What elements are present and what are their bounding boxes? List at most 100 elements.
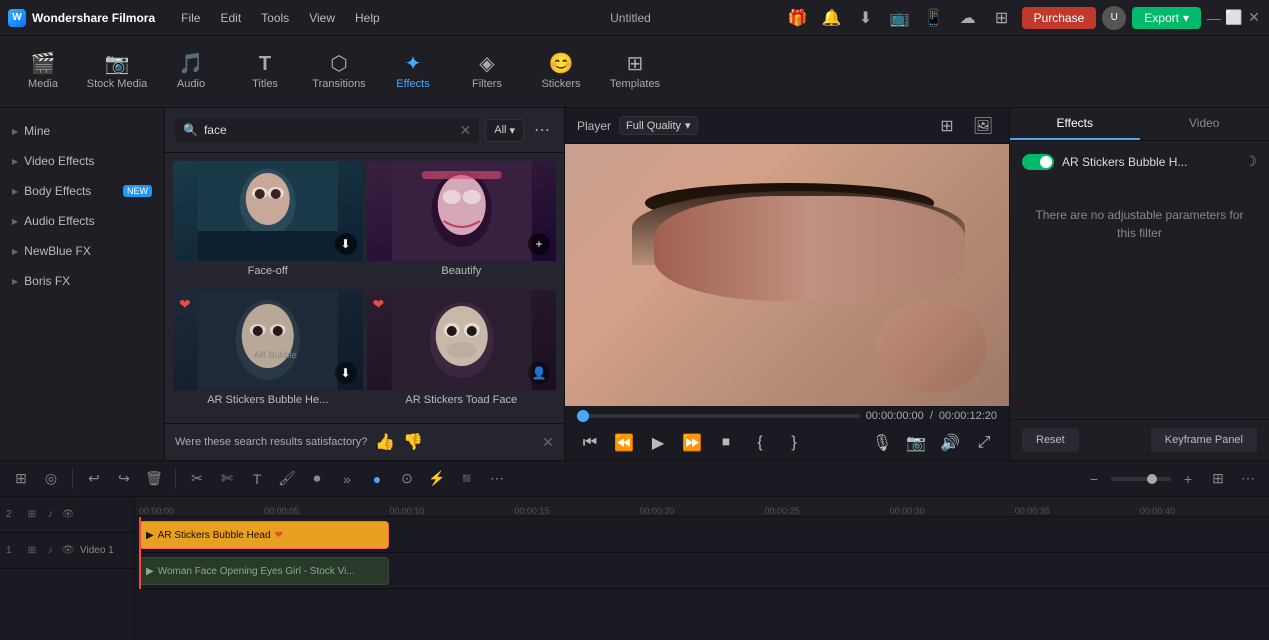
filter-dropdown[interactable]: All ▾ [485, 119, 524, 142]
purchase-button[interactable]: Purchase [1022, 7, 1097, 29]
sidebar-item-mine[interactable]: ▶ Mine [0, 116, 164, 146]
effect-thumb-ar-bubble: AR Bubble ❤ ⬇ [173, 290, 363, 390]
avatar[interactable]: U [1102, 6, 1126, 30]
menu-view[interactable]: View [299, 0, 345, 36]
more-button[interactable]: ⋯ [484, 466, 510, 492]
volume-button[interactable]: 🔊 [937, 430, 963, 456]
stop-button[interactable]: ⏹ [713, 430, 739, 456]
text-button[interactable]: T [244, 466, 270, 492]
step-forward-button[interactable]: ⏩ [679, 430, 705, 456]
player-photo-icon[interactable]: 🖼 [969, 112, 997, 140]
track-1-eye-button[interactable]: 👁 [60, 543, 76, 559]
tab-effects[interactable]: Effects [1010, 108, 1140, 140]
effect-item-ar-bubble[interactable]: AR Bubble ❤ ⬇ AR Stickers Bubble He... [173, 290, 363, 415]
notification-icon[interactable]: 🔔 [818, 4, 846, 32]
export-button[interactable]: Export ▾ [1132, 7, 1201, 29]
media-icon[interactable]: 📺 [886, 4, 914, 32]
clear-search-button[interactable]: ✕ [460, 122, 472, 139]
close-satisfaction-button[interactable]: ✕ [542, 434, 554, 451]
track-2-add-button[interactable]: ⊞ [24, 507, 40, 523]
zoom-slider[interactable] [1111, 477, 1171, 481]
reset-button[interactable]: Reset [1022, 428, 1079, 452]
sidebar-item-boris-fx[interactable]: ▶ Boris FX [0, 266, 164, 296]
track-1-audio-button[interactable]: ♪ [42, 543, 58, 559]
toolbar-effects[interactable]: ✦ Effects [378, 40, 448, 104]
toolbar-transitions[interactable]: ⬡ Transitions [304, 40, 374, 104]
keyframe-panel-button[interactable]: Keyframe Panel [1151, 428, 1257, 452]
more-options-button[interactable]: ⋯ [530, 116, 554, 144]
clip-video-face[interactable]: ▶ Woman Face Opening Eyes Girl - Stock V… [139, 557, 389, 585]
mark-out-button[interactable]: } [781, 430, 807, 456]
menu-edit[interactable]: Edit [210, 0, 251, 36]
player-progress-thumb[interactable] [577, 410, 589, 422]
maximize-button[interactable]: ⬜ [1227, 11, 1241, 25]
player-grid-icon[interactable]: ⊞ [933, 112, 961, 140]
phone-icon[interactable]: 📱 [920, 4, 948, 32]
sidebar-item-body-effects[interactable]: ▶ Body Effects NEW [0, 176, 164, 206]
paint-button[interactable]: 🖌 [274, 466, 300, 492]
thumbs-up-icon[interactable]: 👍 [375, 432, 395, 452]
close-button[interactable]: ✕ [1247, 11, 1261, 25]
cloud-icon[interactable]: ☁ [954, 4, 982, 32]
quality-dropdown[interactable]: Full Quality ▾ [619, 116, 698, 135]
expand-button[interactable]: » [334, 466, 360, 492]
download-effect-icon[interactable]: ⬇ [335, 233, 357, 255]
effect-toggle[interactable] [1022, 154, 1054, 170]
player-progress-bar[interactable] [577, 414, 860, 418]
download-icon[interactable]: ⬇ [852, 4, 880, 32]
grid-view-button[interactable]: ⊞ [1205, 466, 1231, 492]
delete-button[interactable]: 🗑 [141, 466, 167, 492]
track-1-add-button[interactable]: ⊞ [24, 543, 40, 559]
toolbar-stickers[interactable]: 😊 Stickers [526, 40, 596, 104]
menu-file[interactable]: File [171, 0, 210, 36]
playhead[interactable] [139, 517, 141, 589]
skip-back-button[interactable]: ⏮ [577, 430, 603, 456]
clip-ar-stickers-bubble-head[interactable]: ▶ AR Stickers Bubble Head ❤ [139, 521, 389, 549]
settings-button[interactable]: ⋯ [1235, 466, 1261, 492]
mark-in-button[interactable]: { [747, 430, 773, 456]
redo-button[interactable]: ↪ [111, 466, 137, 492]
toolbar-filters[interactable]: ◈ Filters [452, 40, 522, 104]
track-2-eye-button[interactable]: 👁 [60, 507, 76, 523]
group-icon[interactable]: ⊞ [988, 4, 1016, 32]
magnetic-button[interactable]: ◎ [38, 466, 64, 492]
effect2-button[interactable]: ● [364, 466, 390, 492]
minimize-button[interactable]: — [1207, 11, 1221, 25]
toolbar-audio[interactable]: 🎵 Audio [156, 40, 226, 104]
toolbar-media[interactable]: 🎬 Media [8, 40, 78, 104]
menu-tools[interactable]: Tools [251, 0, 299, 36]
track-2-audio-button[interactable]: ♪ [42, 507, 58, 523]
ai-button[interactable]: ⚡ [424, 466, 450, 492]
voiceover-button[interactable]: 🎙 [869, 430, 895, 456]
undo-button[interactable]: ↩ [81, 466, 107, 492]
play-button[interactable]: ▶ [645, 430, 671, 456]
zoom-in-button[interactable]: + [1175, 466, 1201, 492]
snapshot-button[interactable]: 📷 [903, 430, 929, 456]
add-track-button[interactable]: ⊞ [8, 466, 34, 492]
toolbar-templates[interactable]: ⊞ Templates [600, 40, 670, 104]
toolbar-stock-media[interactable]: 📷 Stock Media [82, 40, 152, 104]
crop-button[interactable]: ✄ [214, 466, 240, 492]
mask-button[interactable]: ◾ [454, 466, 480, 492]
record-button[interactable]: ⏺ [304, 466, 330, 492]
sidebar-item-video-effects[interactable]: ▶ Video Effects [0, 146, 164, 176]
sidebar-item-audio-effects[interactable]: ▶ Audio Effects [0, 206, 164, 236]
download-icon[interactable]: ⬇ [335, 362, 357, 384]
mask-icon[interactable]: ☽ [1244, 153, 1257, 170]
add-effect-icon[interactable]: + [528, 233, 550, 255]
sidebar-item-newblue-fx[interactable]: ▶ NewBlue FX [0, 236, 164, 266]
gift-icon[interactable]: 🎁 [784, 4, 812, 32]
fullscreen-button[interactable]: ⤢ [971, 430, 997, 456]
toolbar-titles[interactable]: T Titles [230, 40, 300, 104]
menu-help[interactable]: Help [345, 0, 390, 36]
motion-button[interactable]: ⊙ [394, 466, 420, 492]
effect-item-ar-toad[interactable]: ❤ 👤 AR Stickers Toad Face [367, 290, 557, 415]
search-input[interactable] [204, 123, 454, 137]
thumbs-down-icon[interactable]: 👎 [403, 432, 423, 452]
effect-item-face-off[interactable]: ⬇ Face-off [173, 161, 363, 286]
zoom-out-button[interactable]: − [1081, 466, 1107, 492]
effect-item-beautify[interactable]: + Beautify [367, 161, 557, 286]
step-back-button[interactable]: ⏪ [611, 430, 637, 456]
tab-video[interactable]: Video [1140, 108, 1269, 140]
split-button[interactable]: ✂ [184, 466, 210, 492]
